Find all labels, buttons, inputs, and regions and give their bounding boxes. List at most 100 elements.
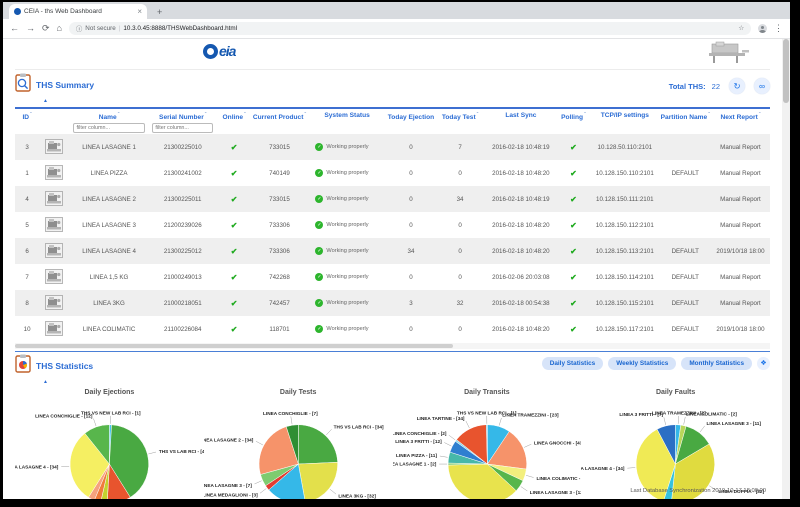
- table-row[interactable]: 3LINEA LASAGNE 121300225010✔733015✓Worki…: [15, 134, 770, 160]
- sort-caret-icon[interactable]: ˆ: [708, 112, 710, 118]
- slice-label: LINEA 3 FRITTI - [7]: [620, 412, 664, 417]
- column-header-name[interactable]: Nameˆ: [69, 108, 148, 134]
- back-icon[interactable]: ←: [10, 24, 19, 33]
- sort-caret-icon[interactable]: ˆ: [30, 112, 32, 118]
- daily-statistics-button[interactable]: Daily Statistics: [542, 357, 603, 370]
- cell-next-report: Manual Report: [711, 264, 770, 290]
- new-tab-button[interactable]: +: [157, 7, 162, 17]
- label-leader-line: [439, 456, 447, 457]
- scrollbar-thumb[interactable]: [783, 39, 789, 103]
- label-leader-line: [444, 443, 451, 447]
- menu-dots-icon[interactable]: ⋮: [774, 24, 783, 33]
- cell-tcpip: 10.128.150.112:2101: [590, 212, 660, 238]
- summary-collapse-icon[interactable]: ▲: [43, 98, 94, 104]
- column-header-current-product[interactable]: Current Productˆ: [252, 108, 308, 134]
- slice-label: THS VS LAB RCI - [45]: [159, 449, 204, 454]
- table-row[interactable]: 10LINEA COLIMATIC21100226084✔118701✓Work…: [15, 316, 770, 342]
- statistics-buttons: Daily Statistics Weekly Statistics Monthly…: [537, 357, 770, 370]
- filter-input[interactable]: [152, 123, 213, 133]
- cell-polling: ✔: [557, 238, 590, 264]
- refresh-button[interactable]: ↻: [729, 78, 745, 94]
- url-text: 10.3.0.45:8888/THSWebDashboard.html: [123, 25, 237, 32]
- table-row[interactable]: 7LINEA 1,5 KG21000249013✔742268✓Working …: [15, 264, 770, 290]
- machine-thumbnail: [39, 186, 69, 212]
- address-bar[interactable]: ⓘ Not secure | 10.3.0.45:8888/THSWebDash…: [69, 22, 751, 35]
- cell-serial: 21200239026: [149, 212, 217, 238]
- weekly-statistics-button[interactable]: Weekly Statistics: [608, 357, 676, 370]
- page-vertical-scrollbar[interactable]: [782, 39, 790, 499]
- tab-close-icon[interactable]: ×: [137, 7, 142, 16]
- sort-caret-icon[interactable]: ˆ: [477, 112, 479, 118]
- cell-ejection: 0: [387, 264, 435, 290]
- cell-online: ✔: [217, 186, 252, 212]
- table-horizontal-scrollbar[interactable]: [15, 343, 770, 349]
- sort-caret-icon[interactable]: ˆ: [205, 112, 207, 118]
- sort-caret-icon[interactable]: ˆ: [584, 112, 586, 118]
- slice-label: LINEA GNOCCHI - [43]: [533, 441, 581, 446]
- green-check-icon: ✔: [231, 169, 238, 178]
- cell-polling: ✔: [557, 186, 590, 212]
- column-header-today-ejection[interactable]: Today Ejectionˆ: [387, 108, 435, 134]
- label-leader-line: [465, 421, 469, 428]
- column-label: TCP/IP settings: [601, 112, 649, 119]
- filter-input[interactable]: [73, 123, 144, 133]
- browser-toolbar: ← → ⟳ ⌂ ⓘ Not secure | 10.3.0.45:8888/TH…: [3, 19, 790, 39]
- home-icon[interactable]: ⌂: [57, 24, 62, 33]
- slice-label: LINEA 3 FRITTI - [12]: [395, 439, 442, 444]
- column-header-today-test[interactable]: Today Testˆ: [435, 108, 485, 134]
- view-all-button[interactable]: ∞: [754, 78, 770, 94]
- status-ok-icon: ✓: [315, 169, 323, 177]
- scrollbar-thumb[interactable]: [15, 344, 453, 348]
- info-icon[interactable]: ⓘ: [76, 24, 82, 33]
- column-label: Today Ejection: [388, 114, 434, 121]
- slice-label: LINEA LASAGNE 2 - [34]: [204, 438, 254, 443]
- reload-icon[interactable]: ⟳: [42, 24, 50, 33]
- cell-polling: ✔: [557, 212, 590, 238]
- column-header-online[interactable]: Onlineˆ: [217, 108, 252, 134]
- column-header-polling[interactable]: Pollingˆ: [557, 108, 590, 134]
- table-row[interactable]: 5LINEA LASAGNE 321200239026✔733306✓Worki…: [15, 212, 770, 238]
- cell-next-report: Manual Report: [711, 212, 770, 238]
- monthly-statistics-button[interactable]: Monthly Statistics: [681, 357, 752, 370]
- security-label: Not secure: [85, 25, 115, 32]
- sort-caret-icon[interactable]: ˆ: [304, 112, 306, 118]
- cell-next-report: 2019/10/18 18:00: [711, 238, 770, 264]
- cell-partition: [660, 186, 711, 212]
- column-header-serial-number[interactable]: Serial Numberˆ: [149, 108, 217, 134]
- ceia-logo-ring-icon: [203, 44, 218, 59]
- statistics-title: THS Statistics: [36, 361, 93, 371]
- cell-online: ✔: [217, 134, 252, 160]
- status-ok-icon: ✓: [315, 221, 323, 229]
- slice-label: LINEA 3KG - [32]: [338, 494, 376, 499]
- cell-last-sync: 2016-02-18 10:48:19: [485, 186, 557, 212]
- column-header-system-status: System Status: [307, 108, 386, 134]
- cell-status: ✓Working properly: [307, 186, 386, 212]
- refresh-icon: ↻: [733, 81, 740, 91]
- sort-caret-icon[interactable]: ˆ: [244, 112, 246, 118]
- cell-status: ✓Working properly: [307, 212, 386, 238]
- cell-test: 7: [435, 134, 485, 160]
- column-label: Name: [99, 114, 117, 121]
- column-header-tcp-ip-settings: TCP/IP settings: [590, 108, 660, 134]
- forward-icon[interactable]: →: [26, 24, 35, 33]
- status-ok-icon: ✓: [315, 195, 323, 203]
- column-header-next-report[interactable]: Next Reportˆ: [711, 108, 770, 134]
- chart-options-button[interactable]: ❖: [757, 357, 770, 370]
- total-ths-label: Total THS:22: [669, 82, 720, 91]
- table-row[interactable]: 8LINEA 3KG21000218051✔742457✓Working pro…: [15, 290, 770, 316]
- column-header-id[interactable]: IDˆ: [15, 108, 39, 134]
- browser-tab[interactable]: CEIA - ths Web Dashboard ×: [9, 4, 147, 19]
- column-header-partition-name[interactable]: Partition Nameˆ: [660, 108, 711, 134]
- table-row[interactable]: 4LINEA LASAGNE 221300225011✔733015✓Worki…: [15, 186, 770, 212]
- pie-chart-daily-tests: Daily TestsTHS VS LAB RCI - [34]LINEA 3K…: [204, 385, 393, 499]
- table-row[interactable]: 1LINEA PIZZA21300241002✔740149✓Working p…: [15, 160, 770, 186]
- label-leader-line: [93, 419, 96, 426]
- sort-caret-icon[interactable]: ˆ: [759, 112, 761, 118]
- sort-caret-icon[interactable]: ˆ: [118, 112, 120, 118]
- bookmark-star-icon[interactable]: ☆: [738, 25, 744, 32]
- cell-id: 1: [15, 160, 39, 186]
- profile-icon[interactable]: [758, 24, 767, 33]
- label-leader-line: [260, 489, 266, 494]
- cell-name: LINEA 1,5 KG: [69, 264, 148, 290]
- table-row[interactable]: 6LINEA LASAGNE 421300225012✔733306✓Worki…: [15, 238, 770, 264]
